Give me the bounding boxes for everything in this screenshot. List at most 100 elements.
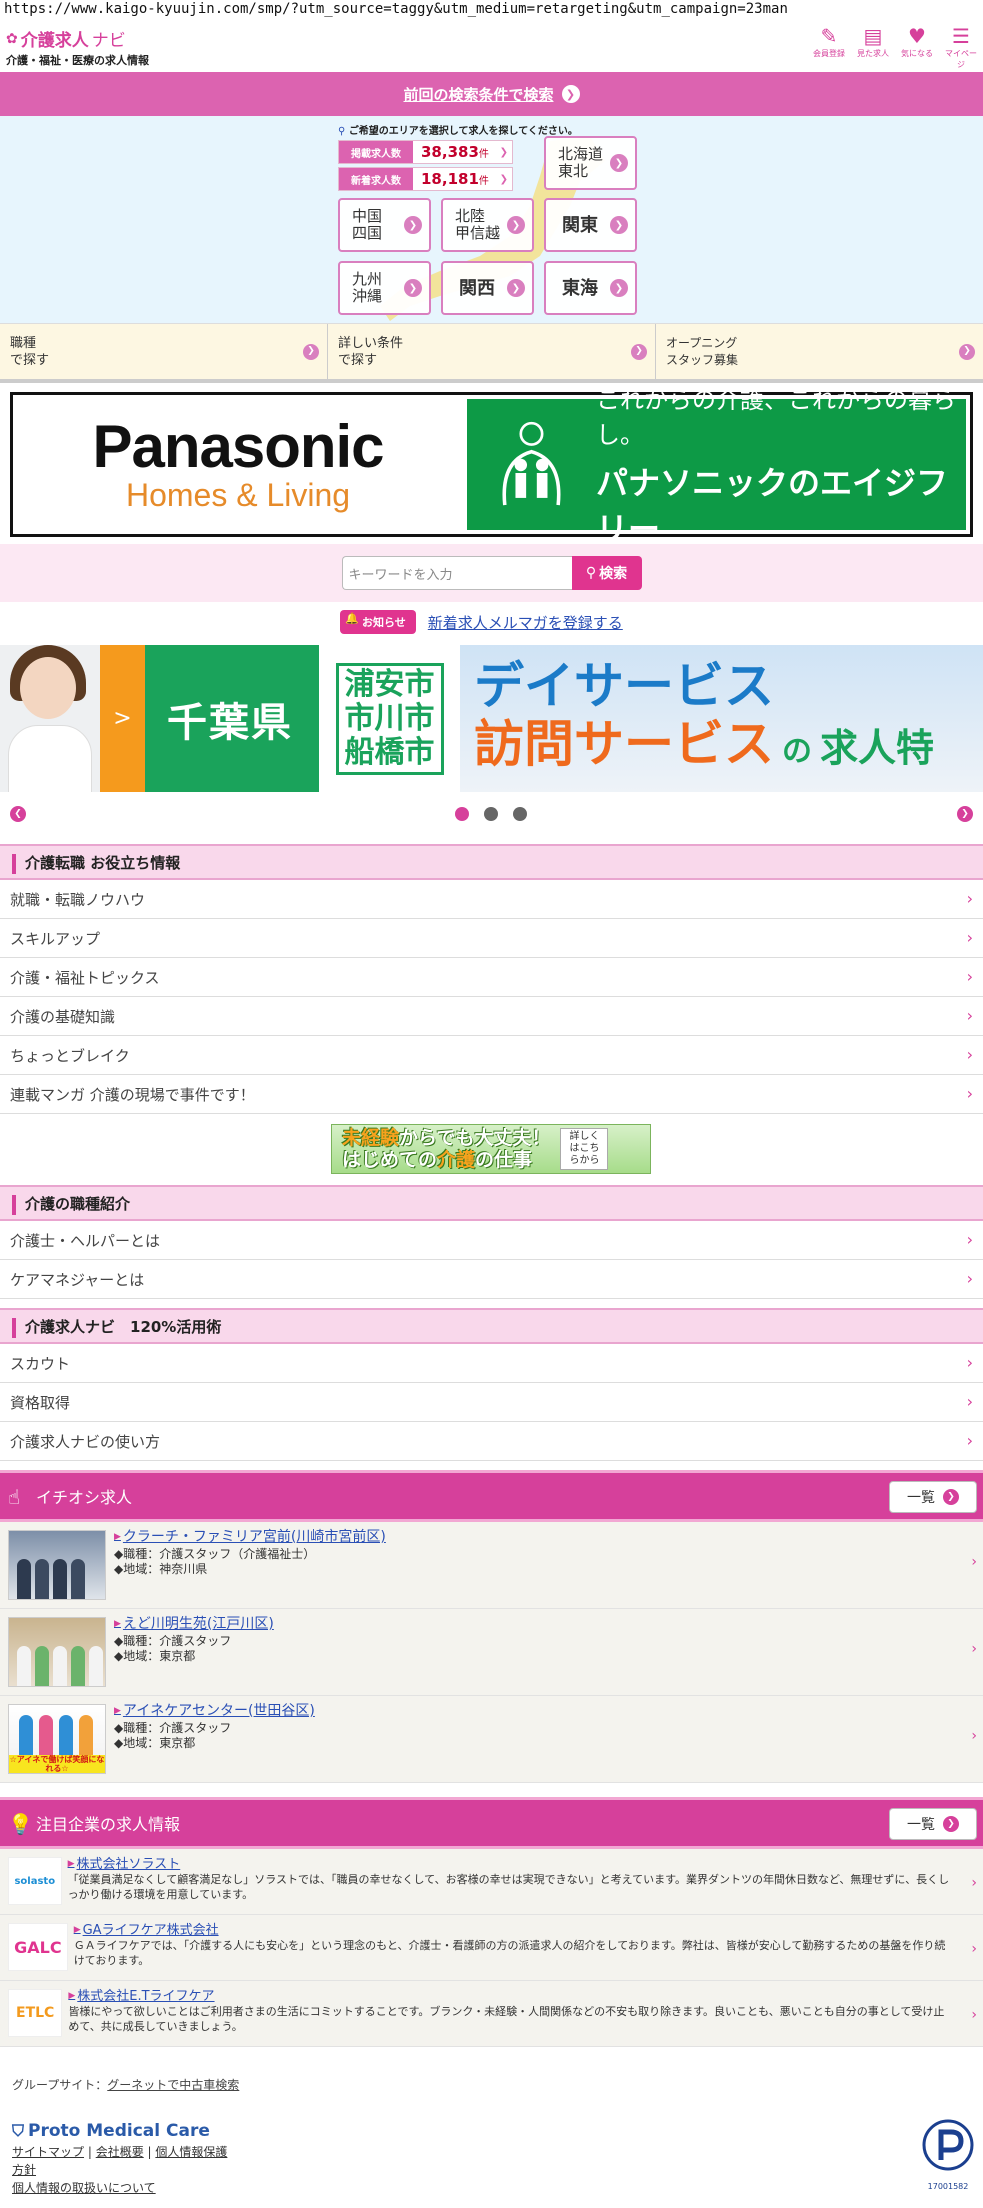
slider-next-button[interactable]: ❯ <box>957 806 973 822</box>
group-site-link[interactable]: グーネットで中古車検索 <box>107 2078 239 2092</box>
region-hokkaido-tohoku[interactable]: 北海道 東北 ❯ <box>544 136 637 190</box>
arrow-right-icon: ❯ <box>561 85 580 103</box>
section-title: 介護転職 お役立ち情報 <box>0 844 983 880</box>
company-card[interactable]: solasto ▶ 株式会社ソラスト 「従業員満足なくして顧客満足なし」ソラストで… <box>0 1849 983 1915</box>
banner-tagline: これからの介護、これからの暮らし。 <box>595 385 956 449</box>
region-label: 関東 <box>562 214 598 236</box>
new-count-box[interactable]: 新着求人数 18,181 件 ❯ <box>338 167 513 191</box>
panasonic-ad-banner[interactable]: Panasonic Homes & Living これからの介護、これからの暮ら… <box>10 386 973 548</box>
search-by-details[interactable]: 詳しい条件 で探す ❯ <box>328 324 656 379</box>
menu-item[interactable]: 介護の基礎知識 › <box>0 997 983 1036</box>
personal-info-link[interactable]: 個人情報の取扱いについて <box>12 2181 156 2195</box>
job-card[interactable]: ☆アイネで働けば笑顔になれる☆ ▶ アイネケアセンター(世田谷区) ◆職種：介護ス… <box>0 1696 983 1783</box>
promo-slider[interactable]: > 千葉県 浦安市 市川市 船橋市 デイサービス 訪問サービスの求人特 <box>0 645 983 792</box>
menu-item-label: ちょっとブレイク <box>10 1046 130 1065</box>
job-card[interactable]: ▶ クラーチ・ファミリア宮前(川崎市宮前区) ◆職種：介護スタッフ（介護福祉士） … <box>0 1522 983 1609</box>
menu-item[interactable]: 資格取得 › <box>0 1383 983 1422</box>
slider-suffix: 求人特 <box>820 725 935 770</box>
search-tabs: 職種 で探す ❯ 詳しい条件 で探す ❯ オープニング スタッフ募集 ❯ <box>0 323 983 383</box>
newsletter-link[interactable]: 新着求人メルマガを登録する <box>428 612 623 633</box>
chevron-right-icon: › <box>966 1431 973 1450</box>
arrow-right-icon: ❯ <box>404 216 422 234</box>
company-name-link[interactable]: 株式会社ソラスト <box>76 1857 180 1872</box>
viewed-jobs-button[interactable]: ▤ 見た求人 <box>857 24 889 70</box>
policy-link[interactable]: 方針 <box>12 2163 36 2177</box>
menu-item[interactable]: 介護・福祉トピックス › <box>0 958 983 997</box>
address-bar[interactable]: https://www.kaigo-kyuujin.com/smp/?utm_s… <box>0 0 983 22</box>
menu-item[interactable]: 介護士・ヘルパーとは › <box>0 1221 983 1260</box>
region-kyushu-okinawa[interactable]: 九州 沖縄 ❯ <box>338 261 431 315</box>
menu-item[interactable]: ケアマネジャーとは › <box>0 1260 983 1299</box>
search-opening-staff[interactable]: オープニング スタッフ募集 ❯ <box>656 324 983 379</box>
menu-item[interactable]: 連載マンガ 介護の現場で事件です！ › <box>0 1075 983 1114</box>
privacy-policy-link[interactable]: 個人情報保護 <box>155 2145 227 2159</box>
slider-service-1: デイサービス <box>474 656 774 715</box>
previous-search-button[interactable]: 前回の検索条件で検索 ❯ <box>0 72 983 116</box>
keyword-input[interactable]: キーワードを入力 <box>341 556 572 590</box>
region-label: 関西 <box>459 277 495 299</box>
menu-item-label: ケアマネジャーとは <box>10 1270 145 1289</box>
slider-prev-button[interactable]: ❮ <box>10 806 26 822</box>
region-hokuriku-koshinetsu[interactable]: 北陸 甲信越 ❯ <box>441 198 534 252</box>
chevron-right-icon: › <box>966 889 973 908</box>
menu-item[interactable]: ちょっとブレイク › <box>0 1036 983 1075</box>
company-name-link[interactable]: GAライフケア株式会社 <box>83 1923 219 1938</box>
region-label: 中国 四国 <box>352 207 383 242</box>
featured-list-button[interactable]: 一覧 ❯ <box>889 1481 977 1513</box>
chevron-right-icon: › <box>966 1084 973 1103</box>
chevron-right-icon: › <box>966 928 973 947</box>
beginner-banner[interactable]: 未経験からでも大丈夫！ はじめての介護の仕事 詳しくはこちらから <box>331 1124 651 1174</box>
company-card[interactable]: GALC ▶ GAライフケア株式会社 ＧＡライフケアでは、「介護する人にも安心を」… <box>0 1915 983 1981</box>
region-tokai[interactable]: 東海 ❯ <box>544 261 637 315</box>
section-title: 介護の職種紹介 <box>0 1185 983 1221</box>
region-kanto[interactable]: 関東 ❯ <box>544 198 637 252</box>
region-kansai[interactable]: 関西 ❯ <box>441 261 534 315</box>
region-chugoku-shikoku[interactable]: 中国 四国 ❯ <box>338 198 431 252</box>
triangle-right-icon: ▶ <box>68 1991 76 2001</box>
triangle-right-icon: ▶ <box>114 1706 121 1716</box>
job-title-link[interactable]: クラーチ・ファミリア宮前(川崎市宮前区) <box>123 1530 386 1545</box>
menu-item-label: 介護士・ヘルパーとは <box>10 1231 161 1250</box>
mypage-button[interactable]: ☰ マイページ <box>945 24 977 70</box>
job-title-link[interactable]: アイネケアセンター(世田谷区) <box>123 1704 315 1719</box>
arrow-right-icon: ❯ <box>631 343 647 360</box>
search-by-job-type[interactable]: 職種 で探す ❯ <box>0 324 328 379</box>
chevron-right-icon: › <box>971 1875 977 1891</box>
featured-title: イチオシ求人 <box>36 1488 133 1507</box>
site-logo[interactable]: ✿ 介護求人 ナビ 介護・福祉・医療の求人情報 <box>6 26 149 68</box>
slider-dot-1[interactable] <box>455 807 469 821</box>
posted-count-box[interactable]: 掲載求人数 38,383 件 ❯ <box>338 140 513 164</box>
company-description: 「従業員満足なくして顧客満足なし」ソラストでは、「職員の幸せなくして、お客様の幸… <box>67 1873 950 1901</box>
slider-dot-2[interactable] <box>484 807 498 821</box>
menu-item[interactable]: スカウト › <box>0 1344 983 1383</box>
job-card[interactable]: ▶ えど川明生苑(江戸川区) ◆職種：介護スタッフ ◆地域：東京都 › <box>0 1609 983 1696</box>
companies-list-button[interactable]: 一覧 ❯ <box>889 1808 977 1840</box>
region-label: 九州 沖縄 <box>352 270 383 305</box>
sitemap-link[interactable]: サイトマップ <box>12 2145 84 2159</box>
region-label: 北陸 甲信越 <box>455 207 501 242</box>
menu-item[interactable]: スキルアップ › <box>0 919 983 958</box>
keyword-search-button[interactable]: ⚲ 検索 <box>571 556 642 590</box>
triangle-right-icon: ▶ <box>114 1619 121 1629</box>
slider-dot-3[interactable] <box>513 807 527 821</box>
featured-jobs: ☝ イチオシ求人 一覧 ❯ ▶ クラーチ・ファミリア宮前(川崎市宮前区) ◆職種：介… <box>0 1470 983 1783</box>
job-title-link[interactable]: えど川明生苑(江戸川区) <box>123 1617 274 1632</box>
companies-title: 注目企業の求人情報 <box>36 1815 181 1834</box>
menu-item-label: 介護・福祉トピックス <box>10 968 160 987</box>
menu-item[interactable]: 就職・転職ノウハウ › <box>0 880 983 919</box>
chevron-right-icon: › <box>971 1554 977 1570</box>
company-logo[interactable]: ⛉ Proto Medical Care <box>12 2121 971 2141</box>
company-card[interactable]: ETLC ▶ 株式会社E.Tライフケア 皆様にやって欲しいことはご利用者さまの生活… <box>0 1981 983 2047</box>
region-label: 北海道 東北 <box>558 145 604 180</box>
company-logo: GALC <box>8 1923 68 1971</box>
pencil-icon: ✎ <box>820 24 838 48</box>
privacy-mark-icon <box>922 2119 974 2171</box>
company-name-link[interactable]: 株式会社E.Tライフケア <box>77 1989 214 2004</box>
arrow-right-icon: ❯ <box>959 343 975 360</box>
favorites-button[interactable]: ♥ 気になる <box>901 24 933 70</box>
list-button-label: 一覧 <box>907 1817 935 1833</box>
area-hint: ⚲ ご希望のエリアを選択して求人を探してください。 <box>338 122 578 137</box>
menu-item[interactable]: 介護求人ナビの使い方 › <box>0 1422 983 1461</box>
company-info-link[interactable]: 会社概要 <box>96 2145 144 2159</box>
register-button[interactable]: ✎ 会員登録 <box>813 24 845 70</box>
